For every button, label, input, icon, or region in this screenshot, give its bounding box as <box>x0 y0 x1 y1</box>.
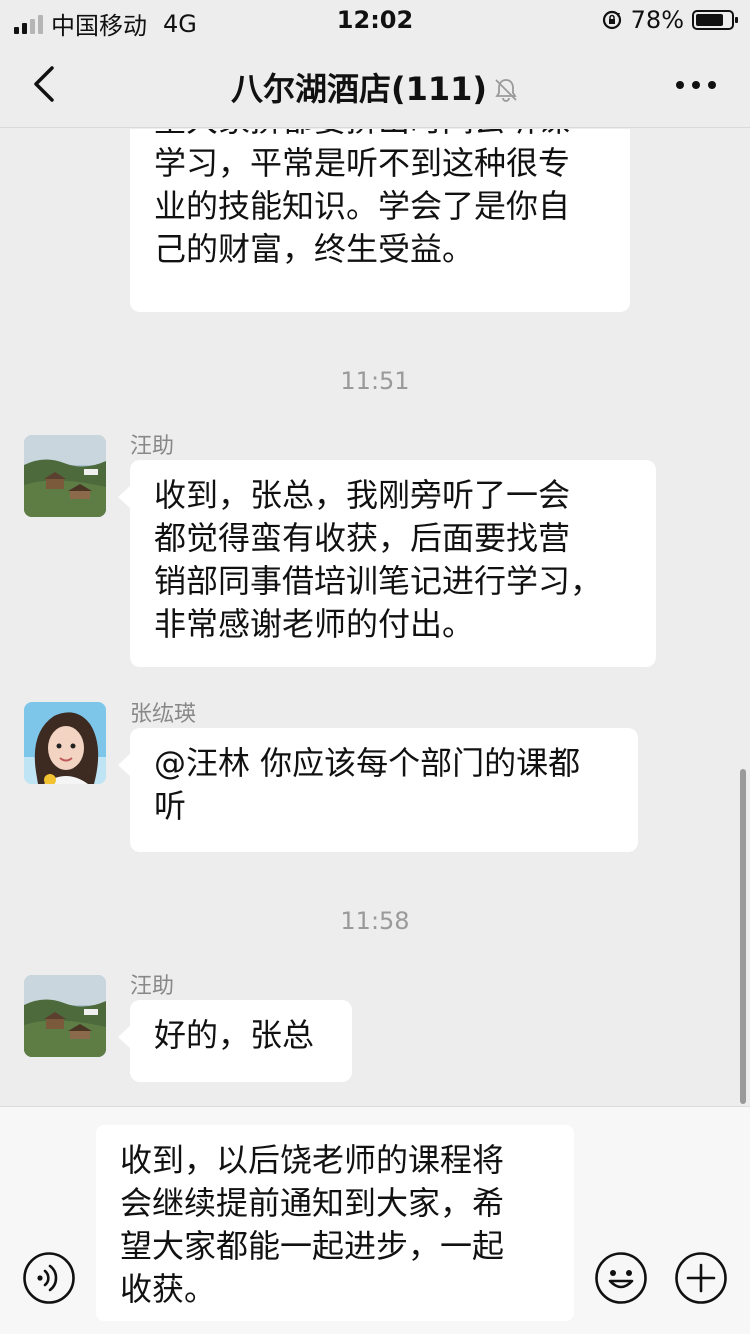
sender-name: 汪助 <box>130 974 175 999</box>
avatar[interactable] <box>24 975 106 1057</box>
emoji-icon[interactable] <box>594 1251 648 1305</box>
plus-icon[interactable] <box>674 1251 728 1305</box>
bell-slash-icon <box>495 79 517 102</box>
message-input[interactable]: 收到，以后饶老师的课程将 会继续提前通知到大家，希 望大家都能一起进步，一起 收… <box>96 1125 574 1321</box>
chat-title: 八尔湖酒店(111) <box>0 64 750 110</box>
timestamp: 11:51 <box>340 367 410 395</box>
avatar[interactable] <box>24 702 106 784</box>
battery-icon <box>692 10 738 30</box>
message-bubble: 望大家挤都要挤出时间去听课 学习，平常是听不到这种很专 业的技能知识。学会了是你… <box>130 129 630 312</box>
message-bubble: 好的，张总 <box>118 1000 352 1082</box>
more-dots-icon[interactable] <box>672 70 720 100</box>
rotation-lock-icon <box>602 10 621 30</box>
sender-name: 汪助 <box>130 434 175 459</box>
sender-name: 张纮瑛 <box>130 702 197 727</box>
chat-area[interactable]: 望大家挤都要挤出时间去听课 学习，平常是听不到这种很专 业的技能知识。学会了是你… <box>0 129 750 1106</box>
timestamp: 11:58 <box>340 907 410 935</box>
avatar[interactable] <box>24 435 106 517</box>
nav-bar: 八尔湖酒店(111) <box>0 40 750 128</box>
chat-title-text: 八尔湖酒店(111) <box>230 70 488 108</box>
battery-fill <box>696 14 723 26</box>
scrollbar[interactable] <box>740 769 746 1104</box>
input-area: 收到，以后饶老师的课程将 会继续提前通知到大家，希 望大家都能一起进步，一起 收… <box>0 1106 750 1334</box>
battery-percent: 78% <box>630 6 684 34</box>
message-bubble: @汪林 你应该每个部门的课都 听 <box>118 728 638 852</box>
status-bar: 中国移动 4G 12:02 78% <box>0 0 750 40</box>
voice-icon[interactable] <box>22 1251 76 1305</box>
status-right: 78% <box>601 6 738 34</box>
message-bubble: 收到，张总，我刚旁听了一会 都觉得蛮有收获，后面要找营 销部同事借培训笔记进行学… <box>118 460 656 667</box>
